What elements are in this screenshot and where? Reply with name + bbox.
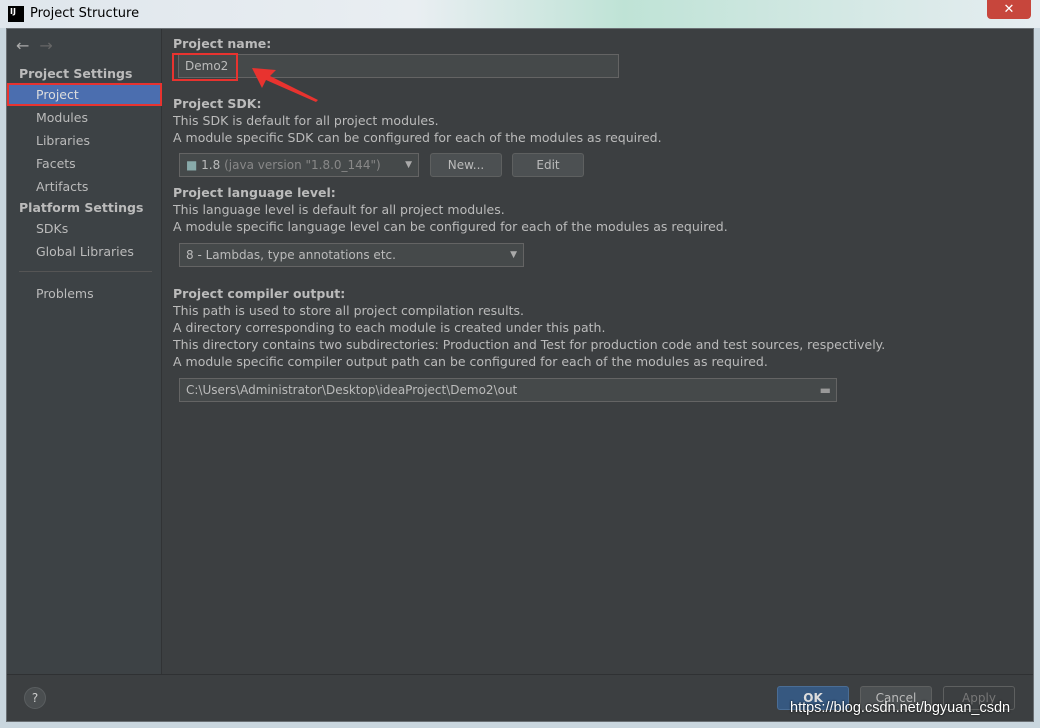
folder-icon: ■ <box>186 158 198 172</box>
sdk-description: A module specific SDK can be configured … <box>173 130 662 145</box>
main-panel: Project name: Demo2 Project SDK: This SD… <box>163 29 1033 674</box>
annotation-arrow-icon <box>252 68 318 102</box>
language-description: This language level is default for all p… <box>173 202 505 217</box>
sidebar-item-modules[interactable]: Modules <box>7 106 162 129</box>
section-platform-settings: Platform Settings <box>19 200 144 215</box>
project-name-label: Project name: <box>173 36 272 51</box>
watermark: https://blog.csdn.net/bgyuan_csdn <box>790 700 1011 716</box>
nav-arrows: ← → <box>16 36 53 55</box>
new-sdk-button[interactable]: New... <box>430 153 502 177</box>
output-description: A module specific compiler output path c… <box>173 354 768 369</box>
sidebar-item-project[interactable]: Project <box>7 83 162 106</box>
compiler-output-input[interactable]: C:\Users\Administrator\Desktop\ideaProje… <box>179 378 837 402</box>
language-level-label: Project language level: <box>173 185 336 200</box>
edit-sdk-button[interactable]: Edit <box>512 153 584 177</box>
window-title: Project Structure <box>30 6 140 21</box>
intellij-logo-icon: IJ <box>8 6 24 22</box>
sidebar-item-sdks[interactable]: SDKs <box>7 217 162 240</box>
language-level-dropdown[interactable]: 8 - Lambdas, type annotations etc. <box>179 243 524 267</box>
sidebar-item-artifacts[interactable]: Artifacts <box>7 175 162 198</box>
divider <box>19 271 152 272</box>
close-button[interactable]: ✕ <box>987 0 1031 19</box>
sidebar-item-global-libraries[interactable]: Global Libraries <box>7 240 162 263</box>
compiler-output-label: Project compiler output: <box>173 286 346 301</box>
browse-folder-icon[interactable]: ▬ <box>820 379 831 401</box>
project-name-input[interactable]: Demo2 <box>178 54 619 78</box>
forward-arrow-icon[interactable]: → <box>39 36 52 55</box>
output-description: This path is used to store all project c… <box>173 303 524 318</box>
sidebar-item-facets[interactable]: Facets <box>7 152 162 175</box>
language-description: A module specific language level can be … <box>173 219 728 234</box>
section-project-settings: Project Settings <box>19 66 133 81</box>
sidebar-item-problems[interactable]: Problems <box>7 282 162 305</box>
sdk-description: This SDK is default for all project modu… <box>173 113 439 128</box>
output-description: This directory contains two subdirectori… <box>173 337 886 352</box>
sidebar: ← → Project Settings Project Modules Libr… <box>7 29 162 674</box>
back-arrow-icon[interactable]: ← <box>16 36 29 55</box>
sdk-dropdown[interactable]: ■ 1.8 (java version "1.8.0_144") <box>179 153 419 177</box>
sidebar-item-libraries[interactable]: Libraries <box>7 129 162 152</box>
title-bar: IJ Project Structure ✕ <box>0 0 1040 28</box>
help-button[interactable]: ? <box>24 687 46 709</box>
output-description: A directory corresponding to each module… <box>173 320 606 335</box>
dialog: ← → Project Settings Project Modules Libr… <box>6 28 1034 722</box>
highlight-box <box>172 53 238 81</box>
